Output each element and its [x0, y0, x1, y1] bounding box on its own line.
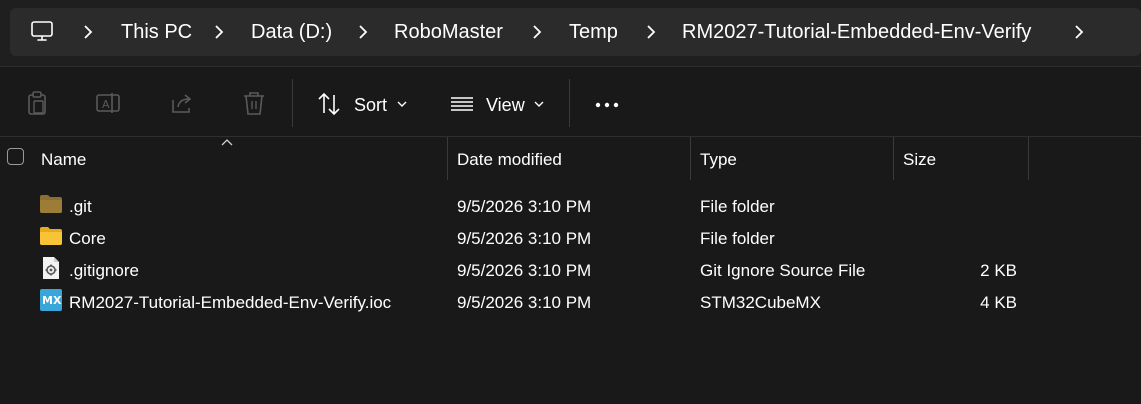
column-separator[interactable] — [447, 137, 448, 180]
file-row[interactable]: MX RM2027-Tutorial-Embedded-Env-Verify.i… — [0, 285, 1141, 317]
column-separator[interactable] — [893, 137, 894, 180]
column-separator[interactable] — [1028, 137, 1029, 180]
file-type: STM32CubeMX — [700, 293, 821, 312]
chevron-down-icon[interactable] — [397, 100, 407, 108]
file-name[interactable]: .gitignore — [69, 261, 139, 281]
sort-label[interactable]: Sort — [354, 95, 387, 115]
file-name[interactable]: Core — [69, 229, 106, 249]
file-type: Git Ignore Source File — [700, 261, 866, 280]
settings-file-icon — [43, 257, 59, 279]
chevron-right-icon[interactable] — [645, 22, 657, 42]
chevron-right-icon[interactable] — [82, 22, 94, 42]
view-label[interactable]: View — [486, 95, 525, 115]
sort-ascending-icon — [221, 139, 233, 146]
file-name[interactable]: .git — [69, 197, 92, 217]
sort-icon[interactable] — [316, 91, 342, 117]
breadcrumb-this-pc[interactable]: This PC — [121, 20, 192, 44]
column-header — [0, 137, 1141, 181]
breadcrumb-current-folder[interactable]: RM2027-Tutorial-Embedded-Env-Verify — [682, 20, 1031, 44]
svg-text:A: A — [102, 98, 110, 111]
view-icon[interactable] — [449, 91, 475, 117]
computer-icon[interactable] — [30, 19, 54, 43]
file-type: File folder — [700, 197, 775, 216]
chevron-right-icon[interactable] — [531, 22, 543, 42]
column-header-size[interactable]: Size — [903, 150, 936, 170]
chevron-right-icon[interactable] — [213, 22, 225, 42]
column-header-date-modified[interactable]: Date modified — [457, 150, 562, 170]
file-row[interactable]: .gitignore 9/5/2026 3:10 PM Git Ignore S… — [0, 253, 1141, 285]
chevron-right-icon[interactable] — [357, 22, 369, 42]
column-separator[interactable] — [690, 137, 691, 180]
breadcrumb-data-drive[interactable]: Data (D:) — [251, 20, 332, 44]
clipboard-icon[interactable] — [24, 90, 50, 116]
file-date: 9/5/2026 3:10 PM — [457, 229, 592, 248]
file-row[interactable]: .git 9/5/2026 3:10 PM File folder — [0, 189, 1141, 221]
file-date: 9/5/2026 3:10 PM — [457, 261, 592, 280]
mx-icon-text: MX — [42, 294, 62, 307]
breadcrumb-temp[interactable]: Temp — [569, 20, 618, 44]
column-header-type[interactable]: Type — [700, 150, 737, 170]
chevron-down-icon[interactable] — [534, 100, 544, 108]
folder-dim-icon — [40, 195, 62, 213]
rename-icon[interactable]: A — [95, 90, 121, 116]
file-date: 9/5/2026 3:10 PM — [457, 197, 592, 216]
select-all-checkbox[interactable] — [7, 148, 24, 165]
toolbar-divider — [569, 79, 570, 127]
file-size: 4 KB — [980, 293, 1017, 312]
more-icon[interactable] — [594, 92, 620, 118]
share-icon[interactable] — [169, 90, 195, 116]
folder-icon — [40, 227, 62, 245]
column-header-name[interactable]: Name — [41, 150, 86, 170]
toolbar-divider — [292, 79, 293, 127]
file-name[interactable]: RM2027-Tutorial-Embedded-Env-Verify.ioc — [69, 293, 391, 313]
file-size: 2 KB — [980, 261, 1017, 280]
breadcrumb-robomaster[interactable]: RoboMaster — [394, 20, 503, 44]
stm32cubemx-icon: MX — [40, 289, 62, 311]
chevron-right-icon[interactable] — [1073, 22, 1085, 42]
trash-icon[interactable] — [241, 90, 267, 116]
file-row[interactable]: Core 9/5/2026 3:10 PM File folder — [0, 221, 1141, 253]
file-type: File folder — [700, 229, 775, 248]
file-date: 9/5/2026 3:10 PM — [457, 293, 592, 312]
